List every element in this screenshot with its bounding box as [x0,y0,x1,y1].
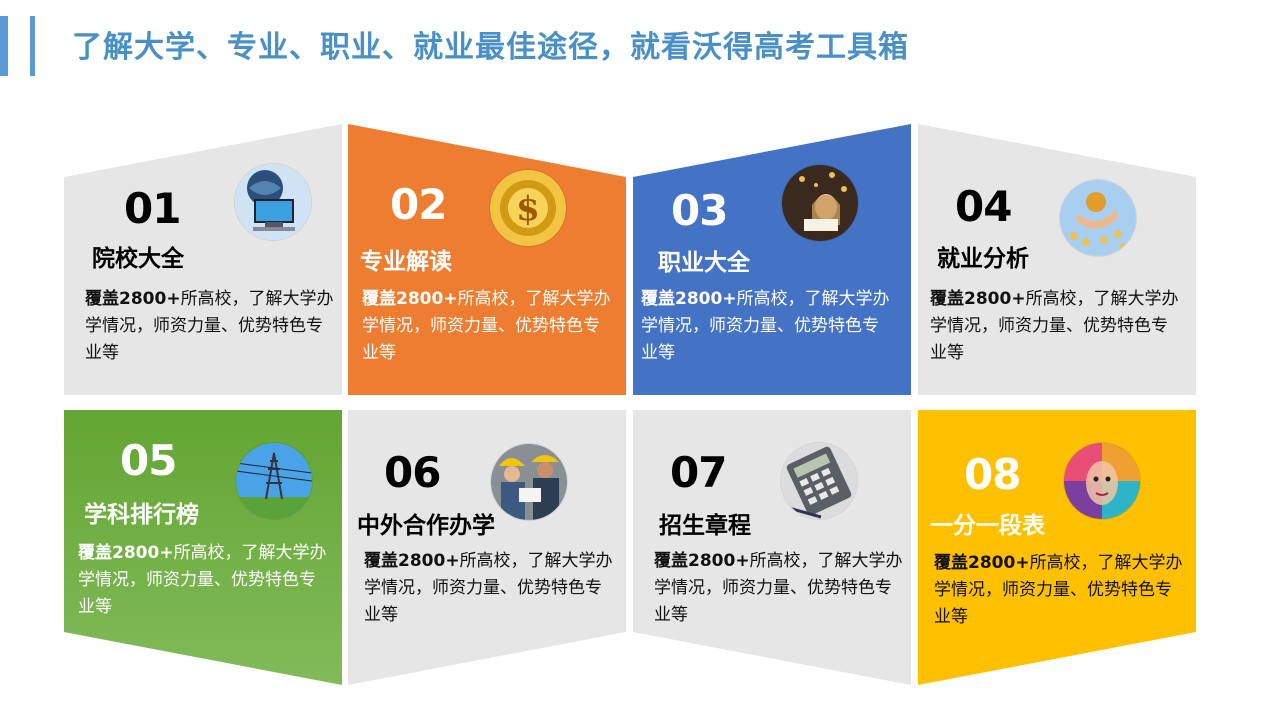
tile-heading: 就业分析 [937,246,1029,272]
tile-number: 01 [124,184,181,233]
tile-number: 03 [671,186,728,235]
tile-08-bg [918,410,1196,685]
woman-reading-icon [782,165,858,241]
tile-07[interactable]: 07 招生章程 覆盖2800+所高校，了解大学办学情况，师资力量、优势特色专业等 [633,410,911,685]
tile-description: 覆盖2800+所高校，了解大学办学情况，师资力量、优势特色专业等 [362,289,611,363]
tile-description: 覆盖2800+所高校，了解大学办学情况，师资力量、优势特色专业等 [364,551,613,625]
gold-dollar-icon: $ [490,170,566,246]
tile-08[interactable]: 08 一分一段表 覆盖2800+所高校，了解大学办学情况，师资力量、优势特色专业… [918,410,1196,685]
tile-description: 覆盖2800+所高校，了解大学办学情况，师资力量、优势特色专业等 [85,289,334,363]
tile-04[interactable]: 04 就业分析 覆盖2800+所高校，了解大学办学情况，师资力量、优势特色专业等 [918,124,1196,395]
tile-number: 07 [670,448,727,497]
tile-heading: 院校大全 [92,246,184,272]
gold-coins-hand-icon [1060,180,1136,256]
tile-description: 覆盖2800+所高校，了解大学办学情况，师资力量、优势特色专业等 [934,553,1183,627]
title-accent-bar-thin [30,16,35,76]
tile-02[interactable]: 02 专业解读 覆盖2800+所高校，了解大学办学情况，师资力量、优势特色专业等… [348,124,626,395]
tile-number: 02 [390,180,447,229]
tile-heading: 专业解读 [360,249,452,275]
tile-number: 05 [120,436,177,485]
tile-description: 覆盖2800+所高校，了解大学办学情况，师资力量、优势特色专业等 [78,543,327,617]
tile-heading: 一分一段表 [930,513,1045,539]
tile-number: 04 [955,182,1012,231]
title-accent-bar [0,16,8,76]
page-title: 了解大学、专业、职业、就业最佳途径，就看沃得高考工具箱 [72,30,909,65]
tile-03[interactable]: 03 职业大全 覆盖2800+所高校，了解大学办学情况，师资力量、优势特色专业等 [633,124,911,395]
tile-heading: 职业大全 [658,250,750,276]
engineers-icon [491,444,567,520]
power-tower-icon [236,443,312,519]
tile-heading: 学科排行榜 [84,502,199,528]
tile-05[interactable]: 05 学科排行榜 覆盖2800+所高校，了解大学办学情况，师资力量、优势特色专业… [64,410,342,685]
tile-description: 覆盖2800+所高校，了解大学办学情况，师资力量、优势特色专业等 [930,289,1179,363]
tile-06[interactable]: 06 中外合作办学 覆盖2800+所高校，了解大学办学情况，师资力量、优势特色专… [348,410,626,685]
tile-number: 06 [384,448,441,497]
computer-globe-icon [235,164,311,240]
svg-text:$: $ [516,189,540,229]
tile-heading: 招生章程 [659,513,751,539]
tile-number: 08 [964,450,1021,499]
tile-01[interactable]: 01 院校大全 覆盖2800+所高校，了解大学办学情况，师资力量、优势特色专业等 [64,124,342,395]
tile-heading: 中外合作办学 [357,513,495,539]
colorful-face-icon [1064,443,1140,519]
tile-description: 覆盖2800+所高校，了解大学办学情况，师资力量、优势特色专业等 [654,551,903,625]
tile-description: 覆盖2800+所高校，了解大学办学情况，师资力量、优势特色专业等 [641,289,890,363]
calculator-icon [781,443,857,519]
